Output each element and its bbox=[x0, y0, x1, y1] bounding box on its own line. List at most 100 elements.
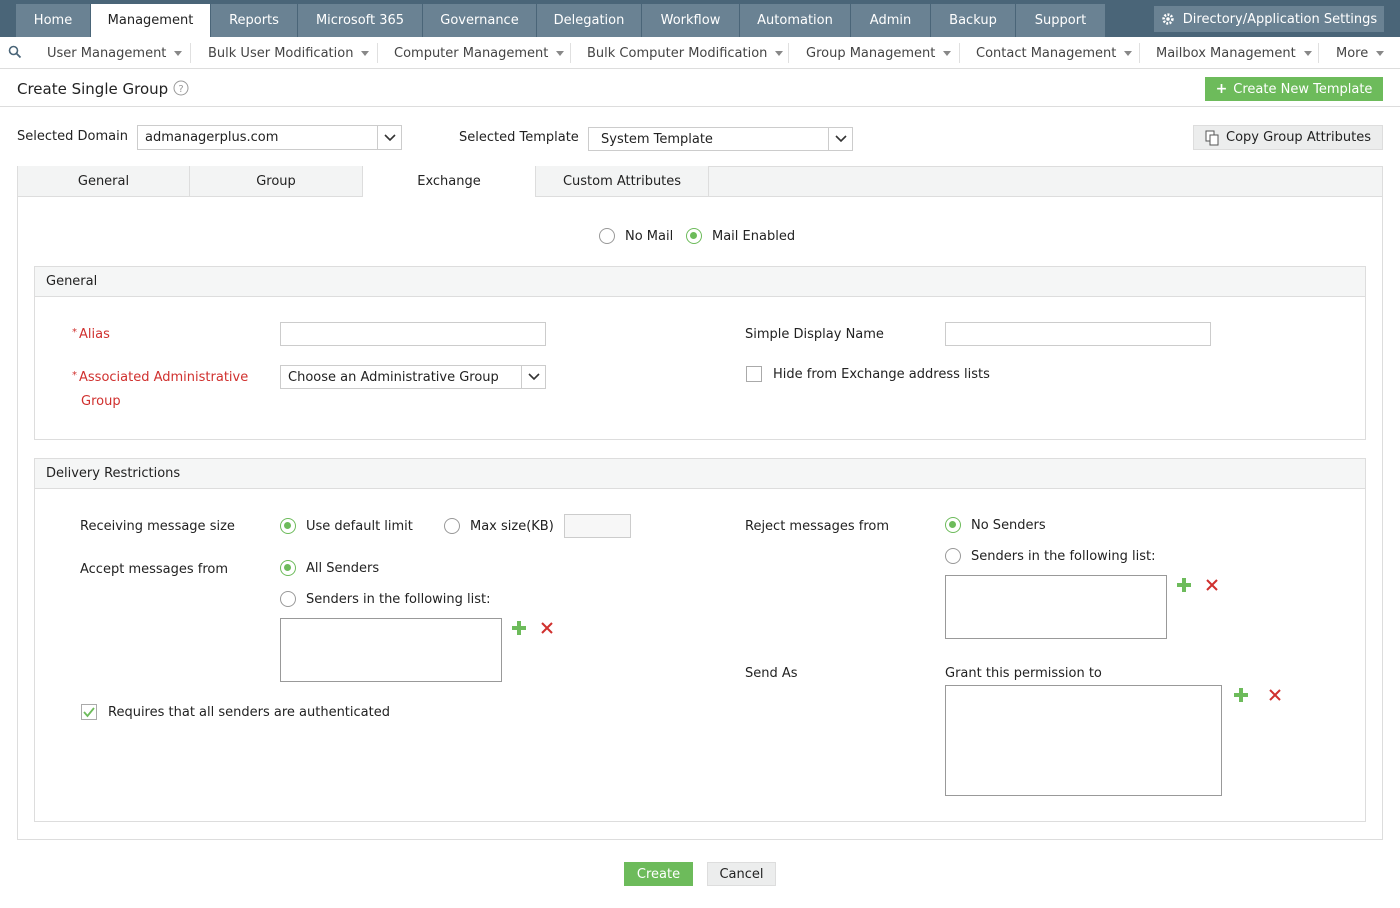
reject-senders-list-label: Senders in the following list: bbox=[971, 549, 1156, 564]
search-icon[interactable] bbox=[8, 45, 22, 59]
accept-senders-list-radio[interactable] bbox=[280, 591, 296, 607]
admin-group-value: Choose an Administrative Group bbox=[288, 369, 499, 385]
remove-reject-sender-icon[interactable] bbox=[1206, 579, 1218, 591]
use-default-limit-radio[interactable] bbox=[280, 518, 296, 534]
page-header bbox=[0, 69, 1400, 107]
create-button[interactable]: Create bbox=[624, 862, 693, 886]
caret-down-icon bbox=[174, 50, 183, 56]
add-reject-sender-icon[interactable] bbox=[1177, 578, 1191, 592]
subnav-computer-management[interactable]: Computer Management bbox=[394, 37, 565, 69]
display-name-input[interactable] bbox=[945, 322, 1211, 346]
tab-exchange[interactable]: Exchange bbox=[363, 166, 536, 197]
selected-domain-label: Selected Domain bbox=[17, 129, 128, 144]
no-senders-radio[interactable] bbox=[945, 517, 961, 533]
cancel-button[interactable]: Cancel bbox=[707, 862, 776, 886]
divider bbox=[1318, 43, 1319, 63]
display-name-label: Simple Display Name bbox=[745, 327, 884, 342]
admin-group-select[interactable]: Choose an Administrative Group bbox=[280, 365, 546, 389]
plus-icon: + bbox=[1215, 81, 1228, 97]
grant-permission-label: Grant this permission to bbox=[945, 666, 1102, 681]
accept-senders-listbox[interactable] bbox=[280, 618, 502, 682]
top-navigation: Home Management Reports Microsoft 365 Go… bbox=[0, 0, 1400, 37]
help-icon[interactable]: ? bbox=[173, 80, 189, 96]
tab-group[interactable]: Group bbox=[190, 166, 363, 197]
selected-template-label: Selected Template bbox=[459, 130, 579, 145]
create-new-template-button[interactable]: + Create New Template bbox=[1205, 77, 1383, 101]
divider bbox=[959, 43, 960, 63]
subnav-label: Contact Management bbox=[976, 45, 1117, 61]
subnav-mailbox-management[interactable]: Mailbox Management bbox=[1156, 37, 1312, 69]
caret-down-icon bbox=[556, 50, 565, 56]
tab-automation[interactable]: Automation bbox=[740, 4, 850, 37]
tab-reports[interactable]: Reports bbox=[211, 4, 297, 37]
tab-admin[interactable]: Admin bbox=[851, 4, 930, 37]
max-size-input[interactable] bbox=[564, 514, 631, 538]
subnav-label: Computer Management bbox=[394, 45, 549, 61]
domain-select[interactable]: admanagerplus.com bbox=[137, 125, 402, 150]
subnav-more[interactable]: More bbox=[1336, 37, 1385, 69]
caret-down-icon bbox=[1376, 50, 1385, 56]
send-as-label: Send As bbox=[745, 666, 798, 681]
general-section-heading: General bbox=[35, 267, 1365, 297]
reject-senders-list-radio[interactable] bbox=[945, 548, 961, 564]
max-size-radio[interactable] bbox=[444, 518, 460, 534]
required-marker: * bbox=[72, 327, 77, 338]
admin-group-label-line2: Group bbox=[81, 394, 121, 409]
general-section: General bbox=[34, 266, 1366, 440]
use-default-limit-label: Use default limit bbox=[306, 519, 413, 534]
template-select[interactable]: System Template bbox=[588, 127, 853, 151]
remove-accept-sender-icon[interactable] bbox=[541, 622, 553, 634]
require-authentication-checkbox[interactable] bbox=[81, 704, 97, 720]
subnav-user-management[interactable]: User Management bbox=[47, 37, 183, 69]
divider bbox=[1139, 43, 1140, 63]
no-senders-label: No Senders bbox=[971, 518, 1046, 533]
divider bbox=[190, 43, 191, 63]
subnav-label: Bulk User Modification bbox=[208, 45, 354, 61]
hide-from-address-lists-checkbox[interactable] bbox=[746, 366, 762, 382]
tab-backup[interactable]: Backup bbox=[931, 4, 1015, 37]
mail-enabled-radio[interactable] bbox=[686, 228, 702, 244]
template-value: System Template bbox=[601, 131, 713, 147]
admin-group-label: * Associated Administrative bbox=[72, 370, 248, 385]
tab-management[interactable]: Management bbox=[91, 4, 210, 37]
reject-senders-listbox[interactable] bbox=[945, 575, 1167, 639]
subnav-bulk-user-modification[interactable]: Bulk User Modification bbox=[208, 37, 370, 69]
accept-messages-label: Accept messages from bbox=[80, 562, 229, 577]
tab-custom-attributes[interactable]: Custom Attributes bbox=[536, 166, 709, 197]
subnav-group-management[interactable]: Group Management bbox=[806, 37, 952, 69]
copy-group-attributes-button[interactable]: Copy Group Attributes bbox=[1193, 125, 1383, 150]
reject-messages-label: Reject messages from bbox=[745, 519, 890, 534]
tab-delegation[interactable]: Delegation bbox=[537, 4, 641, 37]
subnav-contact-management[interactable]: Contact Management bbox=[976, 37, 1133, 69]
create-new-template-label: Create New Template bbox=[1233, 81, 1373, 97]
subnav-label: Group Management bbox=[806, 45, 936, 61]
divider bbox=[788, 43, 789, 63]
directory-settings-button[interactable]: Directory/Application Settings bbox=[1154, 6, 1384, 32]
chevron-down-icon bbox=[377, 126, 401, 149]
tab-governance[interactable]: Governance bbox=[423, 4, 536, 37]
caret-down-icon bbox=[943, 50, 952, 56]
tab-home[interactable]: Home bbox=[16, 4, 90, 37]
alias-input[interactable] bbox=[280, 322, 546, 346]
subnav-label: Bulk Computer Modification bbox=[587, 45, 768, 61]
caret-down-icon bbox=[361, 50, 370, 56]
chevron-down-icon bbox=[521, 366, 545, 388]
tab-microsoft-365[interactable]: Microsoft 365 bbox=[298, 4, 422, 37]
tab-support[interactable]: Support bbox=[1016, 4, 1105, 37]
mail-enabled-label: Mail Enabled bbox=[712, 229, 796, 244]
delivery-restrictions-heading: Delivery Restrictions bbox=[35, 459, 1365, 489]
caret-down-icon bbox=[775, 50, 784, 56]
send-as-listbox[interactable] bbox=[945, 685, 1222, 796]
add-accept-sender-icon[interactable] bbox=[512, 621, 526, 635]
tab-general[interactable]: General bbox=[18, 166, 190, 197]
no-mail-radio[interactable] bbox=[599, 228, 615, 244]
required-marker: * bbox=[72, 370, 77, 381]
admin-group-label-text: Associated Administrative bbox=[79, 370, 249, 385]
remove-send-as-icon[interactable] bbox=[1269, 689, 1281, 701]
page-title: Create Single Group bbox=[17, 80, 169, 98]
alias-label: * Alias bbox=[72, 327, 110, 342]
add-send-as-icon[interactable] bbox=[1234, 688, 1248, 702]
tab-workflow[interactable]: Workflow bbox=[642, 4, 739, 37]
all-senders-radio[interactable] bbox=[280, 560, 296, 576]
subnav-bulk-computer-modification[interactable]: Bulk Computer Modification bbox=[587, 37, 784, 69]
